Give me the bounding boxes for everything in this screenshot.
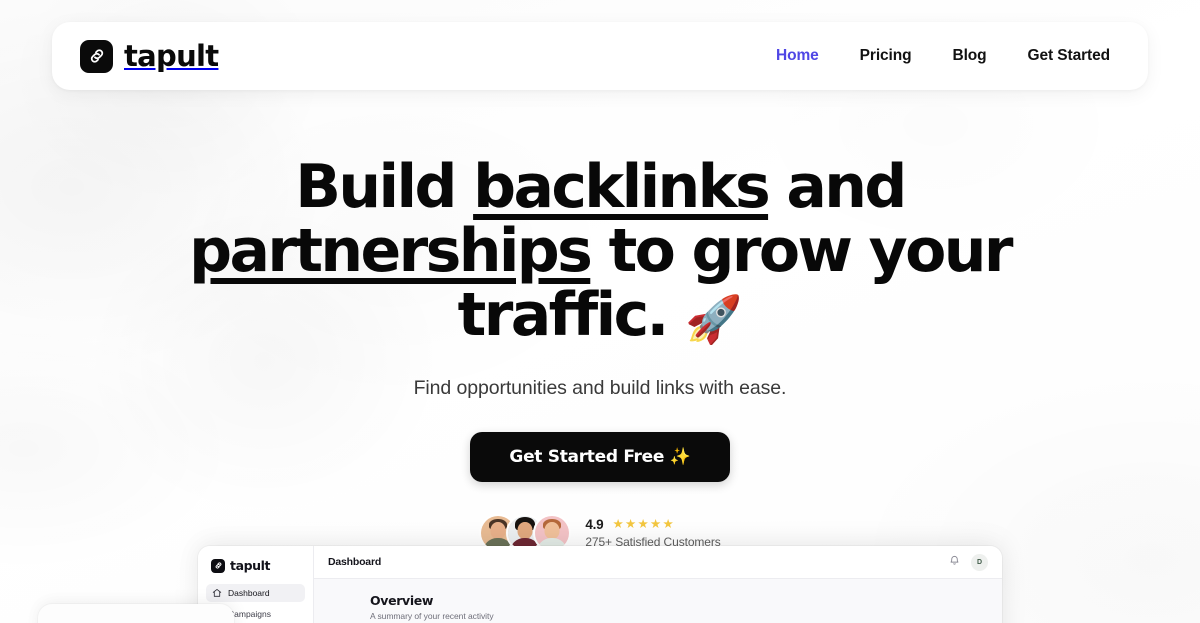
user-avatar[interactable]: D: [971, 553, 988, 571]
star-rating-icon: ★★★★★: [612, 516, 676, 531]
nav-link-pricing[interactable]: Pricing: [860, 47, 912, 65]
sidebar-item-label: Campaigns: [228, 609, 271, 619]
link-chain-icon: [211, 558, 225, 573]
overview-subtitle: A summary of your recent activity: [370, 611, 494, 621]
overview-title: Overview: [370, 593, 434, 608]
floating-side-card: [38, 604, 234, 623]
brand-name: tapult: [124, 38, 219, 73]
sidebar-item-dashboard[interactable]: Dashboard: [206, 584, 305, 602]
rating-row: 4.9 ★★★★★: [585, 517, 720, 532]
dashboard-brand: tapult: [206, 556, 305, 573]
top-navigation-bar: tapult Home Pricing Blog Get Started: [52, 22, 1148, 90]
headline-underline-partnerships: partnerships: [189, 216, 593, 287]
bell-icon[interactable]: [949, 553, 960, 571]
nav-link-blog[interactable]: Blog: [953, 47, 987, 65]
headline-underline-backlinks: backlinks: [473, 152, 771, 222]
headline-text-2: and: [768, 152, 907, 222]
rating-block: 4.9 ★★★★★ 275+ Satisfied Customers: [585, 517, 720, 549]
dashboard-topbar-title: Dashboard: [328, 556, 382, 568]
link-chain-icon: [80, 39, 113, 73]
dashboard-topbar-right: D: [949, 553, 988, 571]
brand-logo-link[interactable]: tapult: [80, 38, 219, 73]
page-title: Build backlinks and partnerships to grow…: [0, 155, 1200, 348]
rocket-icon: 🚀: [685, 292, 743, 347]
nav-link-home[interactable]: Home: [776, 47, 819, 65]
headline-text-1: Build: [295, 152, 474, 222]
dashboard-main: Dashboard D Overview A summary of your r…: [314, 546, 1002, 623]
dashboard-topbar: Dashboard D: [314, 546, 1002, 579]
dashboard-brand-name: tapult: [230, 558, 271, 573]
hero-section: Build backlinks and partnerships to grow…: [0, 155, 1200, 552]
nav-link-get-started[interactable]: Get Started: [1028, 47, 1111, 65]
cta-wrapper: Get Started Free ✨: [0, 431, 1200, 482]
get-started-free-button[interactable]: Get Started Free ✨: [470, 431, 730, 482]
rating-score: 4.9: [585, 516, 604, 532]
landing-page: tapult Home Pricing Blog Get Started Bui…: [0, 0, 1200, 623]
hero-subheadline: Find opportunities and build links with …: [413, 376, 787, 399]
dashboard-preview: tapult Dashboard Campaigns Dashboard D O…: [198, 546, 1002, 623]
home-icon: [212, 588, 222, 598]
nav-links: Home Pricing Blog Get Started: [776, 47, 1120, 65]
sidebar-item-label: Dashboard: [228, 588, 270, 598]
dashboard-content: Overview A summary of your recent activi…: [314, 579, 1002, 623]
